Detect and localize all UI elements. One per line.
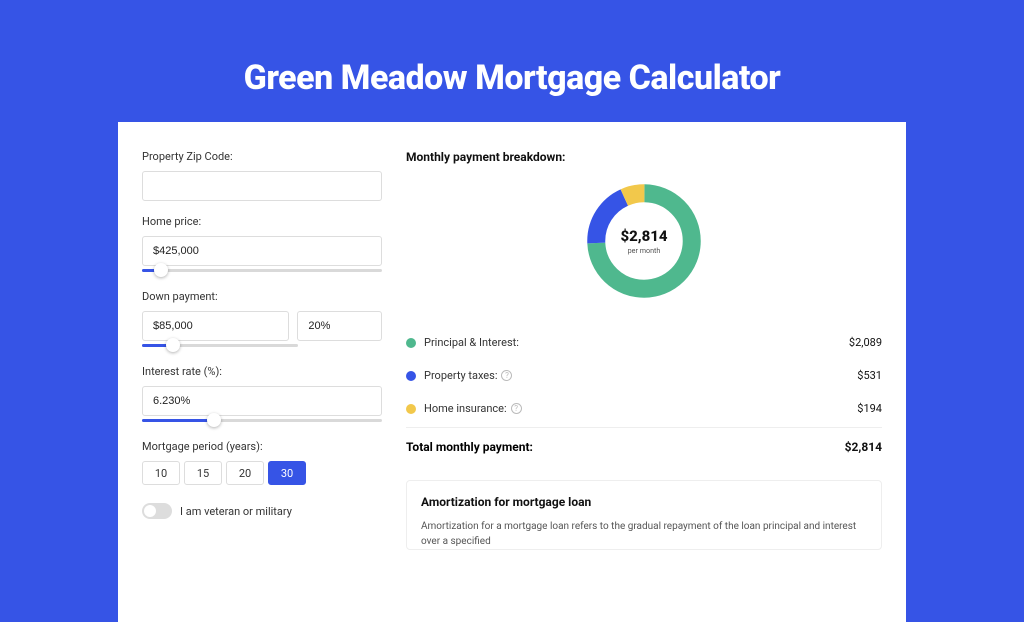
interest-input[interactable] [142,386,382,416]
calculator-card-shadow: Property Zip Code: Home price: Down paym… [118,122,906,622]
legend-label: Property taxes:? [424,369,857,382]
total-value: $2,814 [845,440,882,454]
legend-row-1: Property taxes:?$531 [406,359,882,392]
legend-label: Principal & Interest: [424,336,849,349]
total-label: Total monthly payment: [406,440,845,454]
zip-input[interactable] [142,171,382,201]
home-price-input[interactable] [142,236,382,266]
legend-dot [406,404,416,414]
amortization-title: Amortization for mortgage loan [421,495,867,509]
page-title: Green Meadow Mortgage Calculator [0,0,1024,122]
down-payment-label: Down payment: [142,290,382,303]
legend: Principal & Interest:$2,089Property taxe… [406,326,882,425]
info-icon[interactable]: ? [511,403,522,414]
legend-dot [406,338,416,348]
legend-row-2: Home insurance:?$194 [406,392,882,425]
legend-label: Home insurance:? [424,402,857,415]
breakdown-title: Monthly payment breakdown: [406,150,882,164]
period-option-20[interactable]: 20 [226,461,264,485]
amortization-body: Amortization for a mortgage loan refers … [421,519,867,549]
legend-value: $2,089 [849,336,882,349]
donut-center-amount: $2,814 [620,227,667,245]
period-option-30[interactable]: 30 [268,461,306,485]
donut-chart: $2,814 per month [406,178,882,304]
home-price-field: Home price: [142,215,382,276]
legend-row-0: Principal & Interest:$2,089 [406,326,882,359]
amortization-card: Amortization for mortgage loan Amortizat… [406,480,882,550]
form-column: Property Zip Code: Home price: Down paym… [142,150,382,622]
veteran-row: I am veteran or military [142,503,382,519]
calculator-card: Property Zip Code: Home price: Down paym… [118,122,906,622]
home-price-label: Home price: [142,215,382,228]
info-icon[interactable]: ? [501,370,512,381]
down-payment-field: Down payment: [142,290,382,351]
period-option-15[interactable]: 15 [184,461,222,485]
veteran-toggle[interactable] [142,503,172,519]
legend-value: $531 [857,369,882,382]
total-row: Total monthly payment: $2,814 [406,427,882,466]
breakdown-column: Monthly payment breakdown: $2,814 per mo… [402,150,882,622]
interest-field: Interest rate (%): [142,365,382,426]
down-payment-pct-input[interactable] [297,311,382,341]
zip-label: Property Zip Code: [142,150,382,163]
period-field: Mortgage period (years): 10152030 [142,440,382,485]
donut-center-sub: per month [628,246,661,255]
down-payment-slider[interactable] [142,339,298,351]
veteran-label: I am veteran or military [180,505,292,518]
period-options: 10152030 [142,461,382,485]
home-price-slider[interactable] [142,264,382,276]
interest-label: Interest rate (%): [142,365,382,378]
zip-field: Property Zip Code: [142,150,382,201]
period-label: Mortgage period (years): [142,440,382,453]
down-payment-input[interactable] [142,311,289,341]
legend-value: $194 [857,402,882,415]
legend-dot [406,371,416,381]
period-option-10[interactable]: 10 [142,461,180,485]
interest-slider[interactable] [142,414,382,426]
